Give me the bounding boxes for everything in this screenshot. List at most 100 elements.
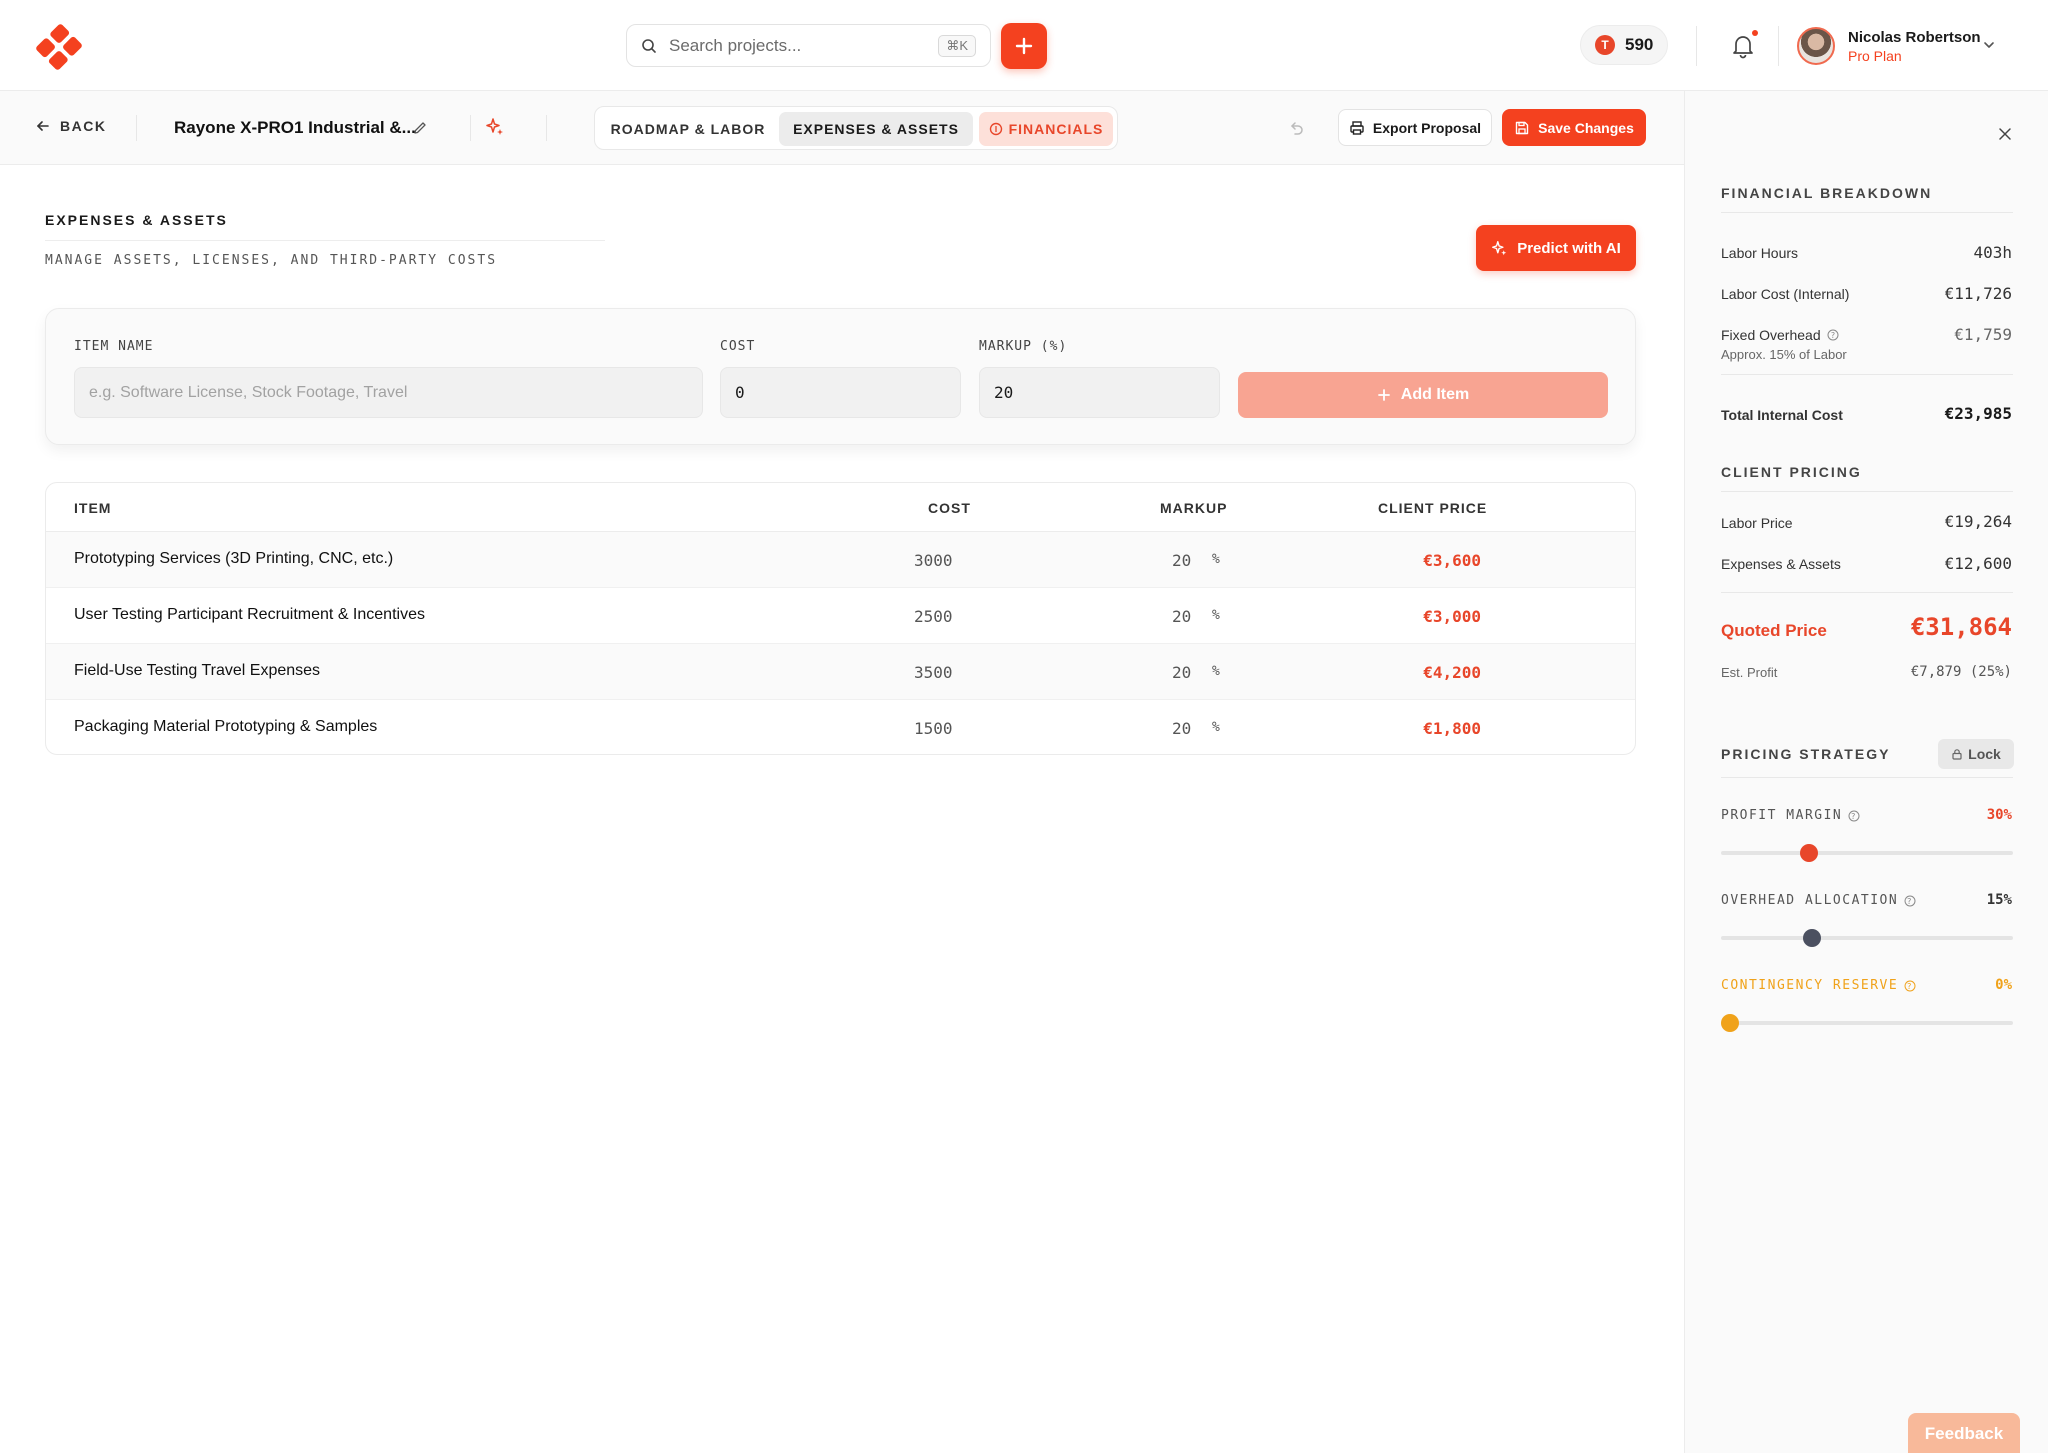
view-tabs: ROADMAP & LABOR EXPENSES & ASSETS FINANC… [594,106,1118,150]
create-project-button[interactable] [1001,23,1047,69]
expenses-assets-label: Expenses & Assets [1721,556,1841,572]
item-name: Prototyping Services (3D Printing, CNC, … [74,550,394,567]
table-row[interactable]: Prototyping Services (3D Printing, CNC, … [46,532,1635,588]
info-icon[interactable]: ? [1848,810,1860,822]
table-row[interactable]: Packaging Material Prototyping & Samples… [46,700,1635,754]
item-client-price: €3,000 [1423,607,1481,626]
close-icon[interactable] [1997,126,2013,142]
section-title: EXPENSES & ASSETS [45,212,228,228]
total-internal-cost-value: €23,985 [1944,404,2012,423]
notification-badge [1752,30,1758,36]
divider [1721,491,2013,492]
search-input[interactable]: Search projects... ⌘K [626,24,991,67]
add-expense-form: ITEM NAME e.g. Software License, Stock F… [45,308,1636,445]
item-client-price: €3,600 [1423,551,1481,570]
sparkle-icon[interactable] [485,117,505,137]
token-balance[interactable]: T 590 [1580,25,1668,65]
table-row[interactable]: Field-Use Testing Travel Expenses 3500 2… [46,644,1635,700]
lock-label: Lock [1968,746,2001,762]
labor-cost-value: €11,726 [1944,284,2012,303]
divider [546,115,547,141]
total-internal-cost-label: Total Internal Cost [1721,407,1843,423]
column-header-markup: MARKUP [1160,500,1228,516]
tab-roadmap-labor[interactable]: ROADMAP & LABOR [607,112,769,146]
fixed-overhead-note: Approx. 15% of Labor [1721,347,1847,362]
project-title[interactable]: Rayone X-PRO1 Industrial &... [174,118,416,138]
markup-input[interactable]: 20 [979,367,1220,418]
labor-hours-value: 403h [1973,243,2012,262]
divider [470,115,471,141]
avatar[interactable] [1797,27,1835,65]
item-name: Packaging Material Prototyping & Samples [74,718,378,735]
section-subtitle: MANAGE ASSETS, LICENSES, AND THIRD-PARTY… [45,253,498,268]
slider-handle[interactable] [1802,929,1821,947]
cost-input[interactable]: 0 [720,367,961,418]
bell-icon[interactable] [1730,33,1756,59]
item-cost[interactable]: 3500 [914,663,953,682]
predict-with-ai-label: Predict with AI [1517,239,1621,257]
plus-icon [1377,389,1390,401]
profit-margin-value: 30% [1986,807,2012,823]
contingency-reserve-slider[interactable] [1720,1014,2013,1032]
item-cost[interactable]: 1500 [914,719,953,738]
contingency-reserve-label: CONTINGENCY RESERVE ? [1721,978,1916,993]
item-name-input[interactable]: e.g. Software License, Stock Footage, Tr… [74,367,703,418]
user-name[interactable]: Nicolas Robertson [1848,29,1981,46]
percent-sign: % [1212,720,1220,735]
info-icon[interactable]: ? [1904,980,1916,992]
search-shortcut: ⌘K [938,35,976,57]
percent-sign: % [1212,608,1220,623]
info-icon[interactable]: ? [1904,895,1916,907]
info-icon[interactable]: ? [1827,329,1839,341]
column-header-cost: COST [928,500,971,516]
cost-label: COST [720,339,756,354]
undo-icon[interactable] [1287,119,1305,137]
svg-text:?: ? [1830,331,1834,340]
table-body: Prototyping Services (3D Printing, CNC, … [46,532,1635,754]
chevron-down-icon[interactable] [1982,38,1996,52]
labor-price-value: €19,264 [1944,512,2012,531]
svg-text:?: ? [1907,982,1913,991]
labor-cost-label: Labor Cost (Internal) [1721,286,1850,302]
item-markup[interactable]: 20 [1172,663,1191,682]
slider-handle[interactable] [1799,844,1818,862]
tab-financials[interactable]: FINANCIALS [979,112,1113,146]
contingency-reserve-value: 0% [1995,977,2012,993]
expenses-assets-value: €12,600 [1944,554,2012,573]
add-item-label: Add Item [1400,386,1470,403]
token-count: 590 [1625,35,1654,54]
profit-margin-slider[interactable] [1721,844,2013,862]
save-changes-button[interactable]: Save Changes [1502,109,1646,146]
feedback-button[interactable]: Feedback [1908,1413,2020,1453]
export-proposal-button[interactable]: Export Proposal [1338,109,1492,146]
est-profit-value: €7,879 (25%) [1910,664,2012,680]
item-markup[interactable]: 20 [1172,719,1191,738]
slider-handle[interactable] [1720,1014,1739,1032]
back-button[interactable]: BACK [36,118,106,134]
pencil-icon[interactable] [412,120,428,136]
tab-financials-label: FINANCIALS [1008,121,1104,137]
item-cost[interactable]: 3000 [914,551,953,570]
add-item-button[interactable]: Add Item [1238,372,1608,418]
lock-button[interactable]: Lock [1938,739,2014,769]
percent-sign: % [1212,552,1220,567]
overhead-allocation-slider[interactable] [1721,929,2013,947]
save-icon [1515,121,1529,134]
item-cost[interactable]: 2500 [914,607,953,626]
item-markup[interactable]: 20 [1172,551,1191,570]
quoted-price-label: Quoted Price [1721,621,1827,640]
top-bar: Search projects... ⌘K T 590 Nicolas Robe… [0,0,2048,91]
markup-label: MARKUP (%) [979,339,1068,354]
table-row[interactable]: User Testing Participant Recruitment & I… [46,588,1635,644]
app-logo-icon[interactable] [34,22,84,72]
contingency-reserve-text: CONTINGENCY RESERVE [1721,978,1899,993]
predict-with-ai-button[interactable]: Predict with AI [1476,225,1636,271]
item-markup[interactable]: 20 [1172,607,1191,626]
save-changes-label: Save Changes [1538,119,1634,136]
svg-text:?: ? [1851,812,1857,821]
overhead-allocation-text: OVERHEAD ALLOCATION [1721,893,1899,908]
back-label: BACK [60,118,107,134]
table-header: ITEM COST MARKUP CLIENT PRICE [46,483,1635,532]
client-pricing-title: CLIENT PRICING [1721,464,1862,480]
tab-expenses-assets[interactable]: EXPENSES & ASSETS [779,112,973,146]
